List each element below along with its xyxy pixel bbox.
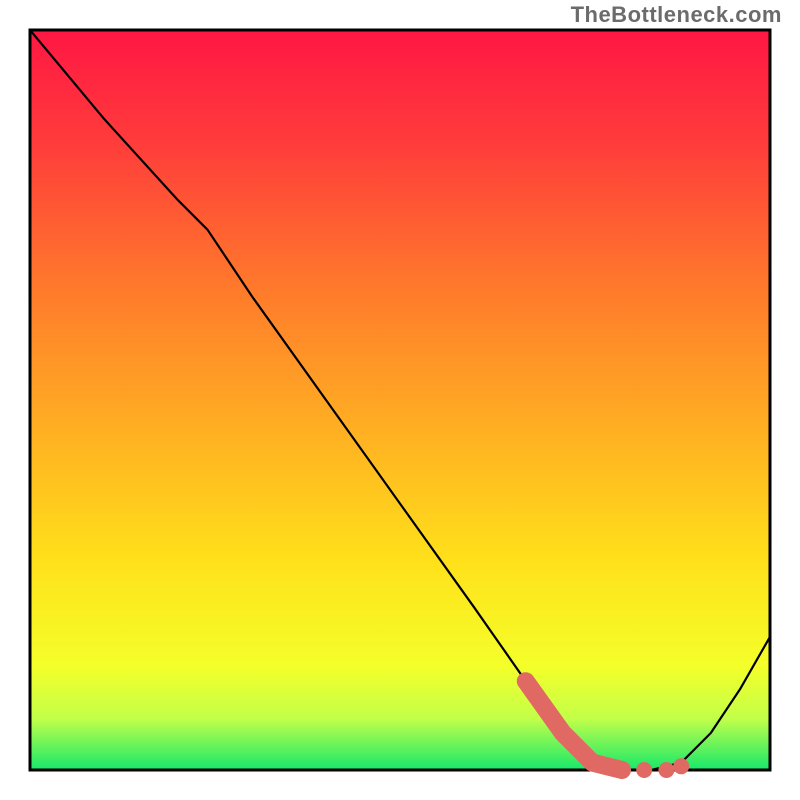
highlight-dot <box>614 762 630 778</box>
chart-container: TheBottleneck.com <box>0 0 800 800</box>
highlight-dot <box>636 762 652 778</box>
highlight-dot <box>658 762 674 778</box>
gradient-background <box>30 30 770 770</box>
plot-area <box>30 30 770 778</box>
highlight-dot <box>673 758 689 774</box>
bottleneck-line-chart <box>0 0 800 800</box>
